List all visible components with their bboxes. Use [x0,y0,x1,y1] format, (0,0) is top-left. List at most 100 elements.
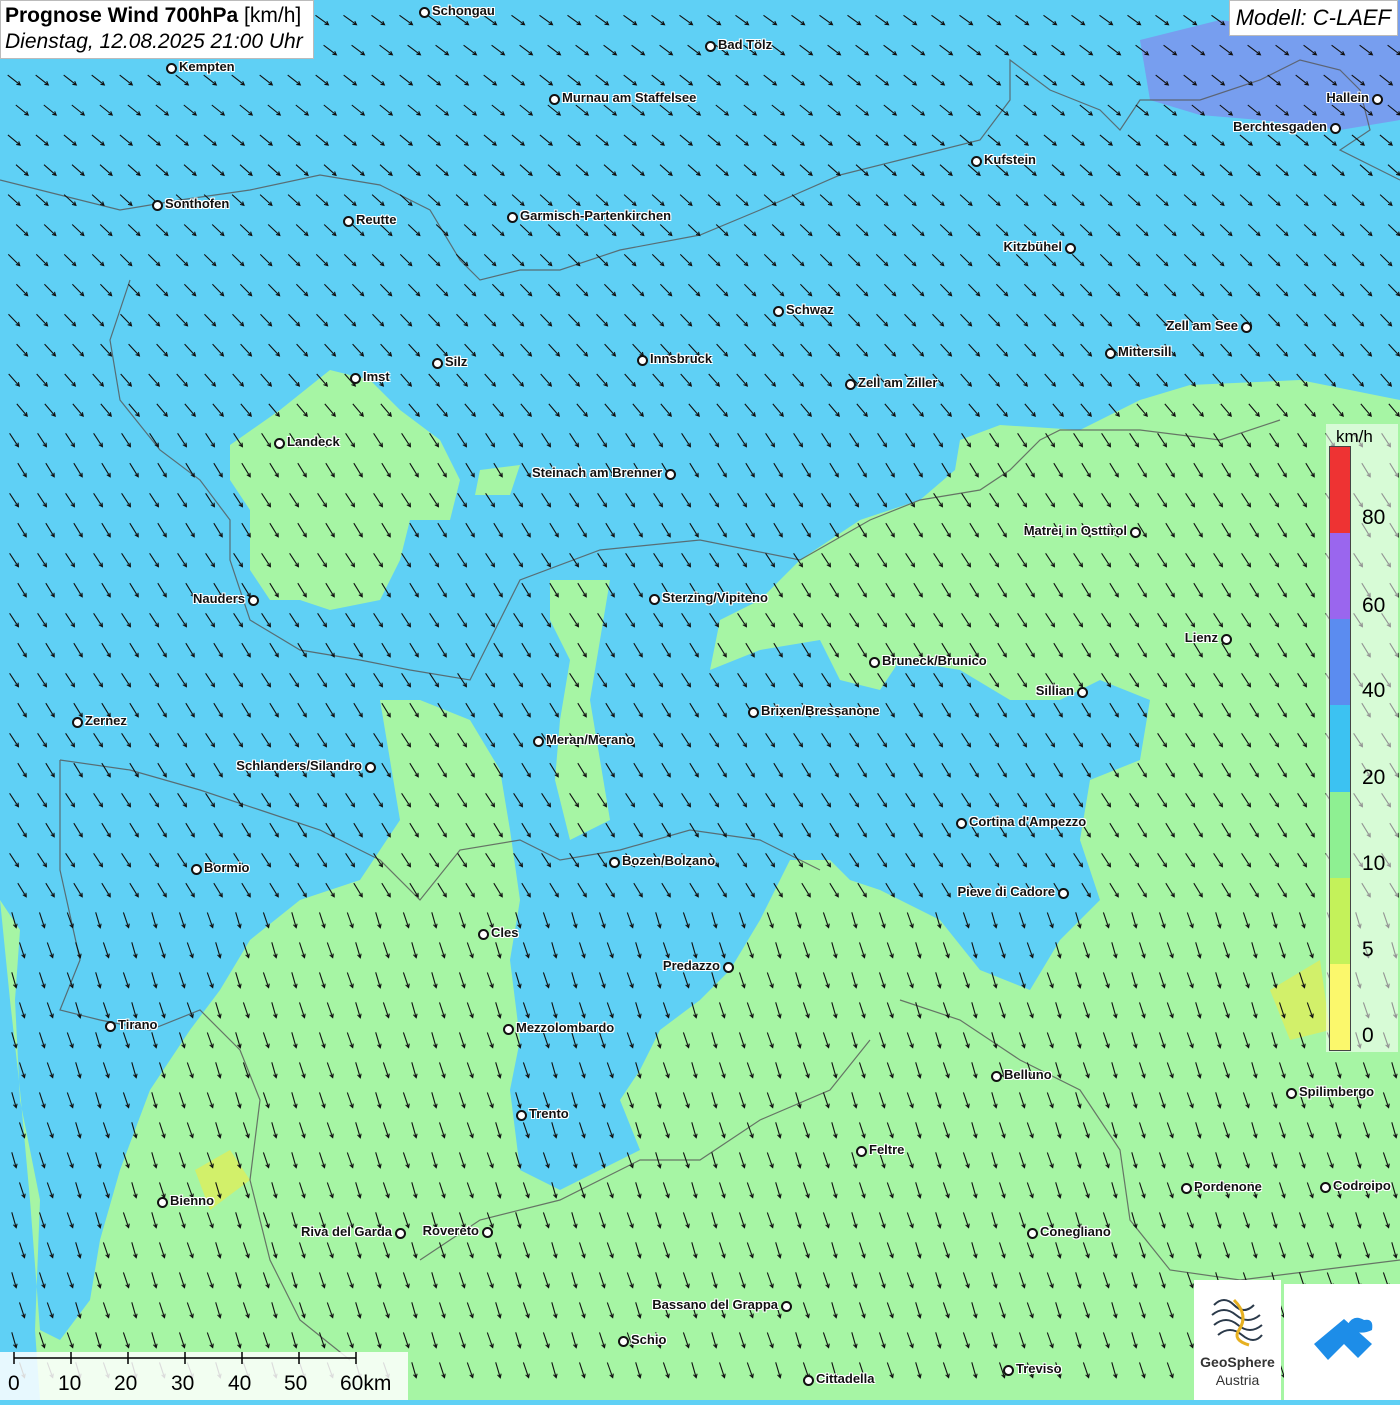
legend-tick-label: 20 [1362,766,1385,790]
city-label: Treviso [1016,1361,1062,1376]
city-marker[interactable] [157,1197,168,1208]
scale-label: 50 [284,1372,307,1396]
city-marker[interactable] [803,1375,814,1386]
city-marker[interactable] [503,1024,514,1035]
city-marker[interactable] [191,864,202,875]
city-label: Kitzbühel [1004,239,1063,254]
city-label: Schio [631,1332,666,1347]
city-label: Steinach am Brenner [532,465,662,480]
city-marker[interactable] [478,929,489,940]
title-box: Prognose Wind 700hPa [km/h] Dienstag, 12… [0,0,314,59]
legend-swatch [1330,447,1350,534]
color-legend: km/h 806040201050 [1326,424,1398,1052]
geosphere-name: GeoSphere [1194,1354,1281,1370]
city-marker[interactable] [971,156,982,167]
city-marker[interactable] [1003,1365,1014,1376]
city-marker[interactable] [549,94,560,105]
city-marker[interactable] [152,200,163,211]
legend-swatch [1330,964,1350,1050]
map-datetime: Dienstag, 12.08.2025 21:00 Uhr [5,30,303,54]
city-marker[interactable] [705,41,716,52]
city-marker[interactable] [248,595,259,606]
city-label: Riva del Garda [301,1224,392,1239]
city-label: Hallein [1326,90,1369,105]
city-label: Cles [491,925,518,940]
city-marker[interactable] [1221,634,1232,645]
legend-tick-label: 80 [1362,506,1385,530]
city-label: Nauders [193,591,245,606]
city-label: Murnau am Staffelsee [562,90,696,105]
city-marker[interactable] [991,1071,1002,1082]
city-label: Spilimbergo [1299,1084,1374,1099]
city-marker[interactable] [723,962,734,973]
city-label: Imst [363,369,390,384]
city-label: Bienno [170,1193,214,1208]
legend-swatch [1330,792,1350,879]
city-marker[interactable] [637,355,648,366]
city-marker[interactable] [432,358,443,369]
city-marker[interactable] [1286,1088,1297,1099]
city-marker[interactable] [1058,888,1069,899]
city-label: Zernez [85,713,127,728]
city-marker[interactable] [1320,1182,1331,1193]
city-marker[interactable] [350,373,361,384]
city-marker[interactable] [649,594,660,605]
city-marker[interactable] [166,63,177,74]
scale-label: 10 [58,1372,81,1396]
city-marker[interactable] [365,762,376,773]
city-marker[interactable] [533,736,544,747]
city-label: Bormio [204,860,250,875]
city-marker[interactable] [72,717,83,728]
city-label: Meran/Merano [546,732,634,747]
model-label: Modell: C-LAEF [1229,0,1398,36]
city-label: Bozen/Bolzano [622,853,715,868]
city-marker[interactable] [1027,1228,1038,1239]
city-label: Bruneck/Brunico [882,653,987,668]
city-marker[interactable] [1077,687,1088,698]
city-marker[interactable] [395,1228,406,1239]
city-marker[interactable] [105,1021,116,1032]
city-label: Predazzo [663,958,720,973]
city-marker[interactable] [1372,94,1383,105]
city-marker[interactable] [516,1110,527,1121]
city-marker[interactable] [773,306,784,317]
legend-tick-label: 5 [1362,938,1374,962]
city-marker[interactable] [856,1146,867,1157]
city-label: Reutte [356,212,396,227]
city-label: Innsbruck [650,351,712,366]
city-marker[interactable] [845,379,856,390]
city-label: Landeck [287,434,340,449]
city-marker[interactable] [956,818,967,829]
legend-color-bar [1329,446,1351,1051]
city-label: Sonthofen [165,196,229,211]
city-label: Garmisch-Partenkirchen [520,208,671,223]
city-marker[interactable] [781,1301,792,1312]
city-marker[interactable] [1181,1183,1192,1194]
city-marker[interactable] [618,1336,629,1347]
geosphere-country: Austria [1194,1372,1281,1388]
city-marker[interactable] [507,212,518,223]
scale-label: 0 [8,1372,20,1396]
city-label: Kufstein [984,152,1036,167]
city-label: Bad Tölz [718,37,772,52]
city-label: Pordenone [1194,1179,1262,1194]
city-marker[interactable] [609,857,620,868]
city-marker[interactable] [1065,243,1076,254]
city-marker[interactable] [1105,348,1116,359]
city-label: Codroipo [1333,1178,1391,1193]
city-marker[interactable] [343,216,354,227]
city-marker[interactable] [869,657,880,668]
city-marker[interactable] [1241,322,1252,333]
city-marker[interactable] [665,469,676,480]
legend-tick-label: 0 [1362,1024,1374,1048]
legend-swatch [1330,705,1350,792]
legend-tick-label: 60 [1362,594,1385,618]
city-label: Cittadella [816,1371,875,1386]
city-marker[interactable] [1330,123,1341,134]
city-marker[interactable] [1130,527,1141,538]
city-marker[interactable] [482,1227,493,1238]
city-marker[interactable] [274,438,285,449]
city-marker[interactable] [748,707,759,718]
city-marker[interactable] [419,7,430,18]
city-label: Silz [445,354,467,369]
